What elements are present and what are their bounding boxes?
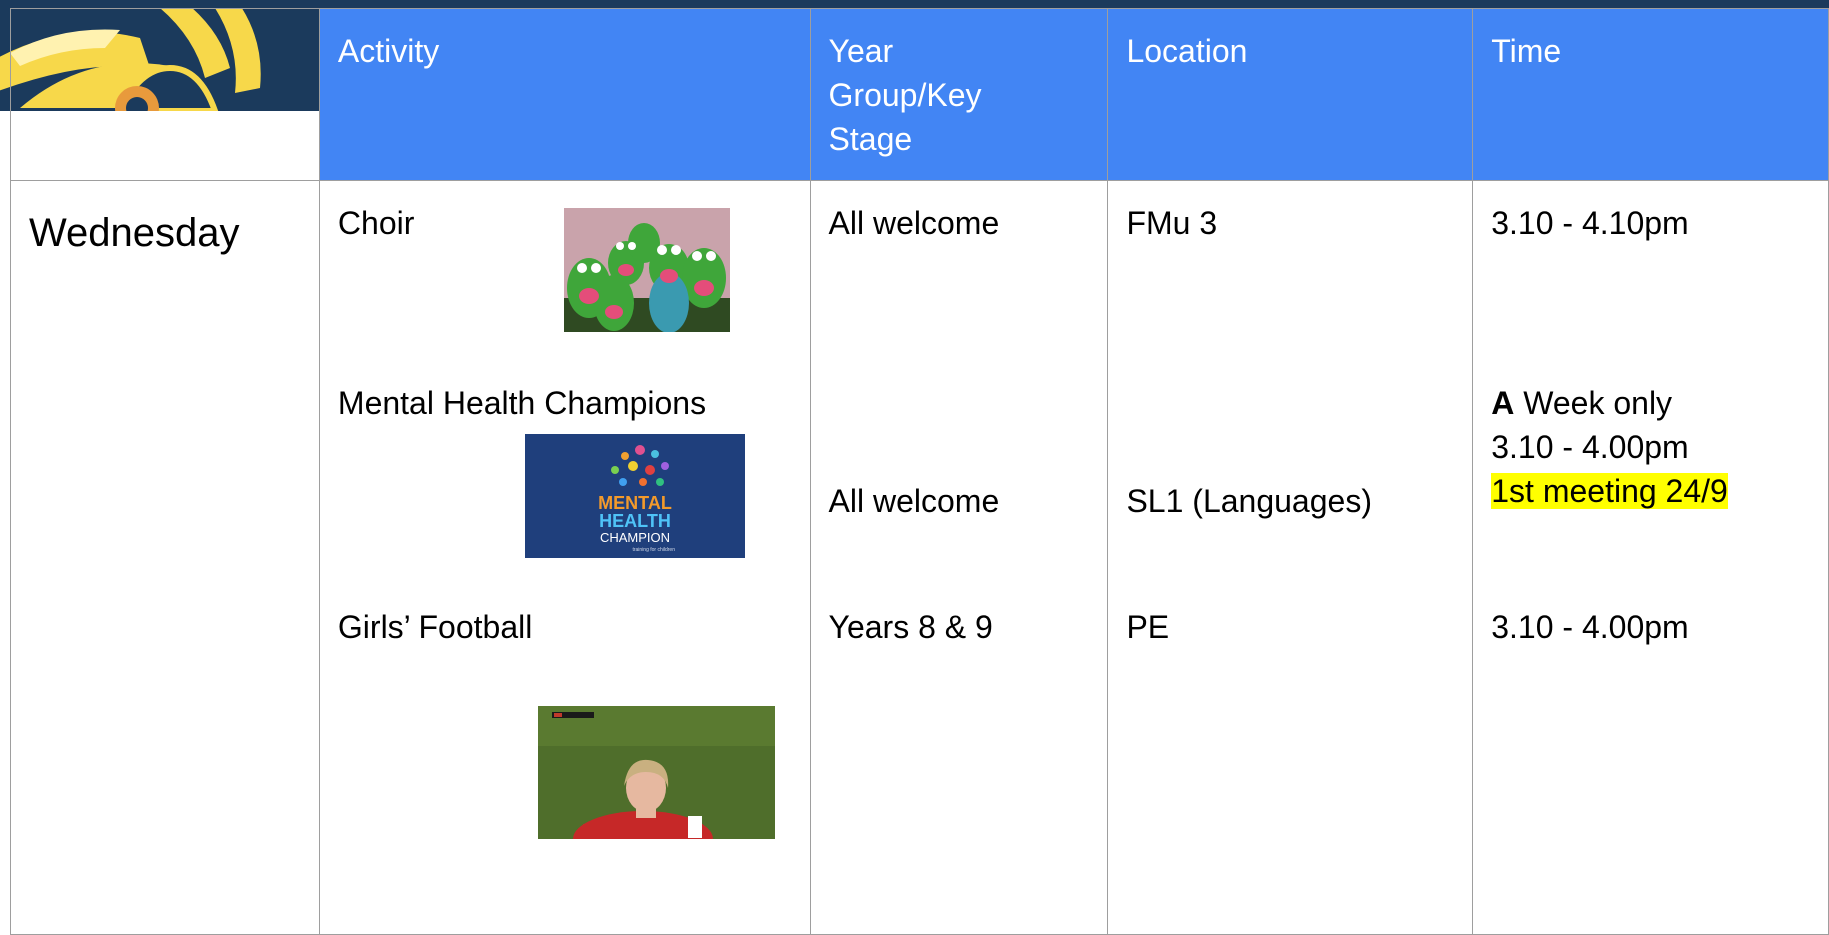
time-girls-football: 3.10 - 4.00pm <box>1491 609 1689 645</box>
header-row: Activity Year Group/Key Stage Location T… <box>10 8 1829 181</box>
time-mental-health-hours: 3.10 - 4.00pm <box>1491 429 1689 465</box>
day-cell: Wednesday <box>10 180 320 935</box>
top-banner <box>0 0 1829 8</box>
year-group-girls-football: Years 8 & 9 <box>828 609 993 645</box>
week-indicator: A <box>1491 385 1515 421</box>
first-meeting-highlight: 1st meeting 24/9 <box>1491 473 1728 509</box>
mental-health-champion-logo: MENTAL HEALTH CHAMPION training for chil… <box>524 434 745 558</box>
logo-text-tagline: training for children <box>632 547 675 553</box>
schedule-table: Activity Year Group/Key Stage Location T… <box>10 8 1829 935</box>
corner-cell <box>10 8 320 181</box>
football-player-photo <box>537 706 775 839</box>
year-group-mental-health: All welcome <box>828 483 1000 519</box>
header-time: Time <box>1472 8 1829 181</box>
activity-mental-health: Mental Health Champions <box>337 385 707 421</box>
year-group-choir: All welcome <box>828 205 1000 241</box>
activity-choir: Choir <box>337 205 415 241</box>
year-group-cell: All welcome All welcome Years 8 & 9 <box>809 180 1109 935</box>
day-label: Wednesday <box>29 211 240 255</box>
time-choir: 3.10 - 4.10pm <box>1491 205 1689 241</box>
frog-choir-photo <box>563 208 730 332</box>
time-mental-health: A Week only 3.10 - 4.00pm 1st meeting 24… <box>1491 381 1728 513</box>
table-row: Wednesday Choir Mental Health Champions … <box>10 180 1829 935</box>
activity-girls-football: Girls’ Football <box>337 609 533 645</box>
header-location: Location <box>1107 8 1474 181</box>
week-only-label: Week only <box>1514 385 1673 421</box>
logo-text-mental: MENTAL <box>598 493 672 513</box>
location-cell: FMu 3 SL1 (Languages) PE <box>1107 180 1474 935</box>
logo-text-health: HEALTH <box>599 511 671 531</box>
header-activity: Activity <box>318 8 811 181</box>
time-cell: 3.10 - 4.10pm A Week only 3.10 - 4.00pm … <box>1472 180 1829 935</box>
location-girls-football: PE <box>1126 609 1170 645</box>
location-mental-health: SL1 (Languages) <box>1126 483 1372 519</box>
activity-cell: Choir Mental Health Champions MENTAL HEA… <box>318 180 811 935</box>
header-year-group: Year Group/Key Stage <box>809 8 1109 181</box>
location-choir: FMu 3 <box>1126 205 1218 241</box>
logo-text-champion: CHAMPION <box>600 530 670 545</box>
